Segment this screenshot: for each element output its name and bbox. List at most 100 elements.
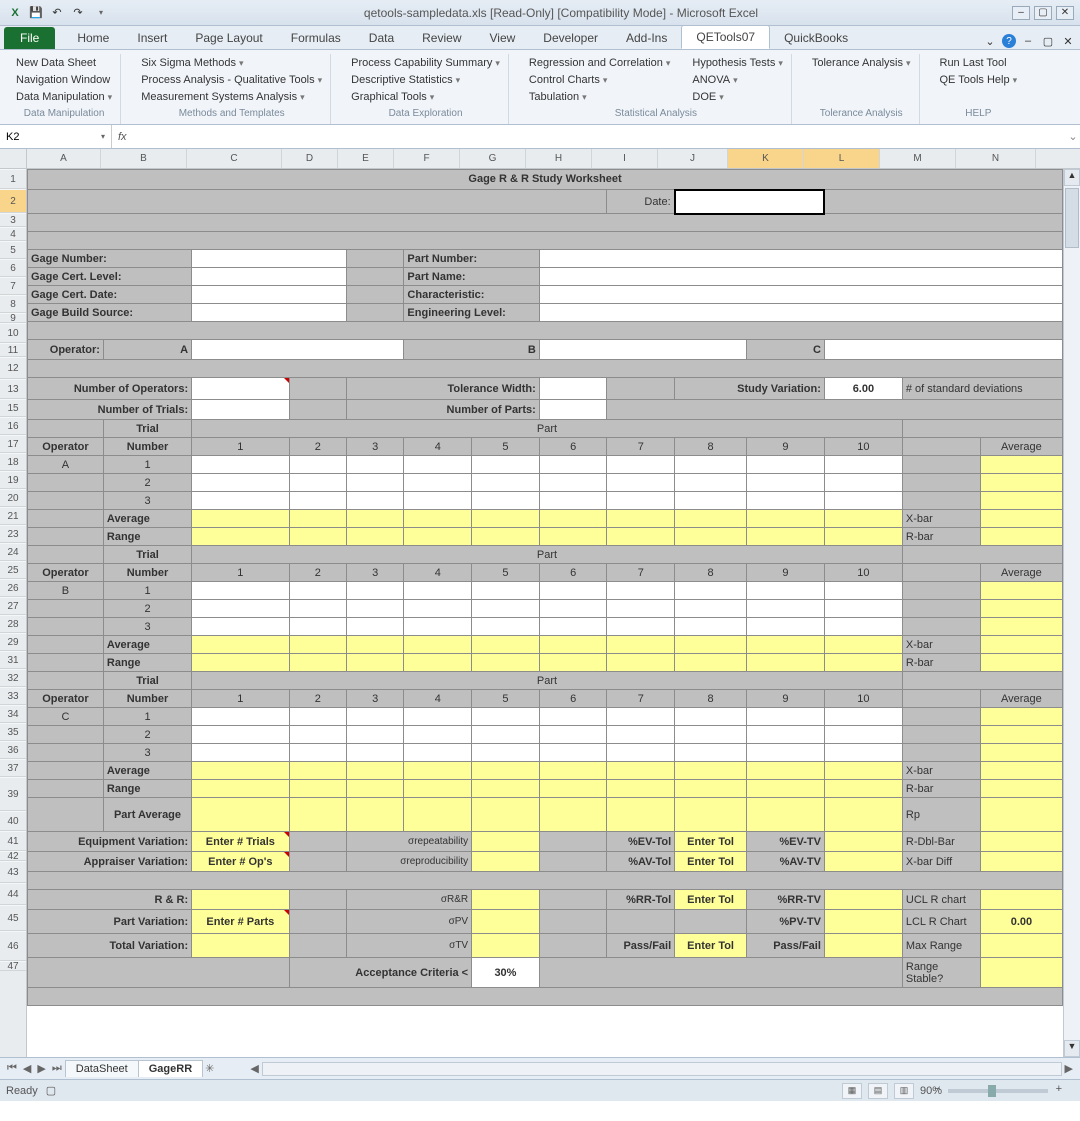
scroll-up-button[interactable]: ▲: [1064, 169, 1080, 186]
tab-developer[interactable]: Developer: [529, 27, 612, 49]
row-header-36[interactable]: 36: [0, 741, 26, 759]
row-header-46[interactable]: 46: [0, 931, 26, 961]
wb-minimize-icon[interactable]: –: [1020, 33, 1036, 49]
cmd-regression[interactable]: Regression and Correlation: [527, 56, 672, 70]
row-header-23[interactable]: 23: [0, 525, 26, 543]
cmd-descriptive-stats[interactable]: Descriptive Statistics: [349, 73, 502, 87]
row-header-37[interactable]: 37: [0, 759, 26, 777]
sheet-tab-gagerr[interactable]: GageRR: [138, 1060, 203, 1077]
view-normal-button[interactable]: ▦: [842, 1083, 862, 1099]
fx-icon[interactable]: fx: [112, 131, 133, 143]
cmd-data-manipulation[interactable]: Data Manipulation: [14, 90, 114, 104]
zoom-slider[interactable]: [948, 1089, 1048, 1093]
cmd-anova[interactable]: ANOVA: [690, 73, 784, 87]
row-header-8[interactable]: 8: [0, 295, 26, 313]
cmd-qe-help[interactable]: QE Tools Help: [938, 73, 1020, 87]
help-icon[interactable]: ?: [1002, 34, 1016, 48]
horizontal-scrollbar[interactable]: ◀▶: [247, 1061, 1076, 1077]
scroll-thumb[interactable]: [1065, 188, 1079, 248]
cmd-process-capability[interactable]: Process Capability Summary: [349, 56, 502, 70]
col-header-C[interactable]: C: [187, 149, 282, 168]
col-header-G[interactable]: G: [460, 149, 526, 168]
row-header-12[interactable]: 12: [0, 357, 26, 379]
formula-input[interactable]: [133, 125, 1066, 148]
qat-more-icon[interactable]: ▾: [92, 4, 110, 22]
row-header-19[interactable]: 19: [0, 471, 26, 489]
restore-button[interactable]: ▢: [1034, 6, 1052, 20]
close-button[interactable]: ✕: [1056, 6, 1074, 20]
cmd-control-charts[interactable]: Control Charts: [527, 73, 672, 87]
row-header-21[interactable]: 21: [0, 507, 26, 525]
row-header-24[interactable]: 24: [0, 543, 26, 561]
col-header-E[interactable]: E: [338, 149, 394, 168]
row-header-10[interactable]: 10: [0, 323, 26, 343]
sheet-tab-datasheet[interactable]: DataSheet: [65, 1060, 139, 1077]
row-header-13[interactable]: 13: [0, 379, 26, 399]
vertical-scrollbar[interactable]: ▲ ▼: [1063, 169, 1080, 1057]
row-header-43[interactable]: 43: [0, 861, 26, 883]
name-box-input[interactable]: [6, 131, 99, 143]
col-header-K[interactable]: K: [728, 149, 804, 168]
row-header-29[interactable]: 29: [0, 633, 26, 651]
view-page-break-button[interactable]: ▥: [894, 1083, 914, 1099]
tab-quickbooks[interactable]: QuickBooks: [770, 27, 862, 49]
row-header-25[interactable]: 25: [0, 561, 26, 579]
sheet-nav-prev[interactable]: ◀: [20, 1062, 34, 1075]
tab-review[interactable]: Review: [408, 27, 475, 49]
col-header-I[interactable]: I: [592, 149, 658, 168]
cmd-run-last[interactable]: Run Last Tool: [938, 56, 1020, 70]
wb-restore-icon[interactable]: ▢: [1040, 33, 1056, 49]
cmd-hypothesis[interactable]: Hypothesis Tests: [690, 56, 784, 70]
tab-view[interactable]: View: [476, 27, 530, 49]
tab-formulas[interactable]: Formulas: [277, 27, 355, 49]
sheet-nav-next[interactable]: ▶: [34, 1062, 48, 1075]
minimize-button[interactable]: –: [1012, 6, 1030, 20]
new-sheet-icon[interactable]: ✳: [202, 1062, 217, 1075]
col-header-L[interactable]: L: [804, 149, 880, 168]
col-header-B[interactable]: B: [101, 149, 187, 168]
tab-home[interactable]: Home: [63, 27, 123, 49]
cmd-new-data-sheet[interactable]: New Data Sheet: [14, 56, 114, 70]
row-header-17[interactable]: 17: [0, 435, 26, 453]
sheet-nav-last[interactable]: ⏭: [49, 1062, 65, 1075]
row-header-20[interactable]: 20: [0, 489, 26, 507]
row-header-11[interactable]: 11: [0, 343, 26, 357]
row-header-41[interactable]: 41: [0, 831, 26, 851]
row-header-6[interactable]: 6: [0, 259, 26, 277]
col-header-J[interactable]: J: [658, 149, 728, 168]
row-header-3[interactable]: 3: [0, 213, 26, 227]
redo-icon[interactable]: ↷: [69, 4, 87, 22]
sheet-nav-first[interactable]: ⏮: [4, 1062, 20, 1075]
row-header-35[interactable]: 35: [0, 723, 26, 741]
formula-expand-icon[interactable]: ⌄: [1066, 130, 1080, 143]
row-header-5[interactable]: 5: [0, 241, 26, 259]
undo-icon[interactable]: ↶: [48, 4, 66, 22]
cmd-six-sigma[interactable]: Six Sigma Methods: [139, 56, 324, 70]
row-header-34[interactable]: 34: [0, 705, 26, 723]
row-header-44[interactable]: 44: [0, 883, 26, 905]
tab-page-layout[interactable]: Page Layout: [181, 27, 276, 49]
col-header-F[interactable]: F: [394, 149, 460, 168]
row-header-45[interactable]: 45: [0, 905, 26, 931]
name-box[interactable]: ▾: [0, 125, 112, 148]
save-icon[interactable]: 💾: [27, 4, 45, 22]
row-header-32[interactable]: 32: [0, 669, 26, 687]
row-header-39[interactable]: 39: [0, 777, 26, 811]
macro-record-icon[interactable]: ▢: [46, 1084, 56, 1097]
tab-add-ins[interactable]: Add-Ins: [612, 27, 681, 49]
row-header-27[interactable]: 27: [0, 597, 26, 615]
cmd-msa[interactable]: Measurement Systems Analysis: [139, 90, 324, 104]
scroll-down-button[interactable]: ▼: [1064, 1040, 1080, 1057]
row-header-16[interactable]: 16: [0, 417, 26, 435]
cmd-tolerance-analysis[interactable]: Tolerance Analysis: [810, 56, 913, 70]
col-header-D[interactable]: D: [282, 149, 338, 168]
row-header-18[interactable]: 18: [0, 453, 26, 471]
row-header-1[interactable]: 1: [0, 169, 26, 189]
wb-close-icon[interactable]: ✕: [1060, 33, 1076, 49]
worksheet[interactable]: Gage R & R Study WorksheetDate:Gage Numb…: [27, 169, 1063, 1057]
row-header-33[interactable]: 33: [0, 687, 26, 705]
cmd-tabulation[interactable]: Tabulation: [527, 90, 672, 104]
row-header-40[interactable]: 40: [0, 811, 26, 831]
ribbon-minimize-icon[interactable]: ⌄: [982, 33, 998, 49]
row-header-9[interactable]: 9: [0, 313, 26, 323]
